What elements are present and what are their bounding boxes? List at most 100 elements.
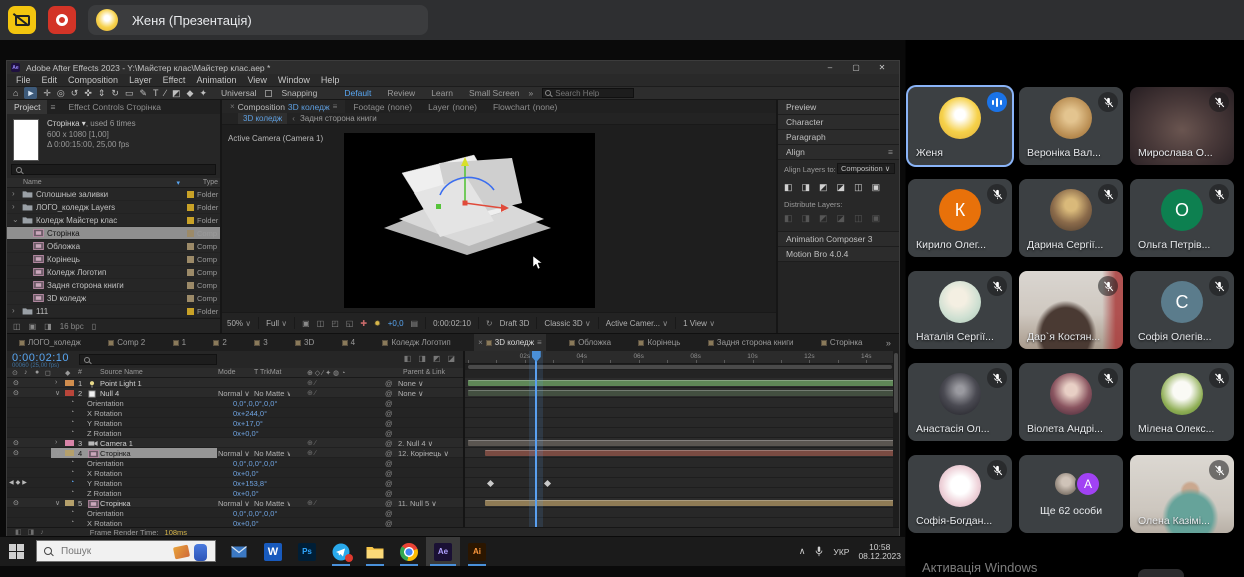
trkmat-dropdown[interactable]: No Matte ∨ [254, 449, 290, 458]
language-indicator[interactable]: УКР [833, 547, 849, 557]
project-row[interactable]: ⌄Коледж Майстер класFolder [7, 214, 220, 227]
project-row[interactable]: Коледж ЛоготипComp [7, 266, 220, 279]
pickwhip-icon[interactable]: @ [385, 459, 393, 468]
brush-tool-icon[interactable]: ∕ [165, 87, 167, 99]
preview-time[interactable]: 0:00:02:10 [433, 319, 471, 328]
participant-tile[interactable]: Дарина Сергії... [1019, 179, 1123, 257]
layer-duration-bar[interactable] [485, 500, 895, 506]
expander-icon[interactable]: › [12, 202, 15, 211]
menu-window[interactable]: Window [278, 75, 310, 85]
timeline-tab[interactable]: 4 [338, 334, 359, 352]
participant-tile[interactable]: AЩе 62 особи [1019, 455, 1123, 533]
composition-canvas[interactable] [344, 133, 595, 308]
snapping-checkbox[interactable] [265, 90, 272, 97]
label-swatch[interactable] [65, 450, 74, 456]
grid-icon[interactable]: ▣ [302, 319, 310, 328]
parent-dropdown[interactable]: 11. Null 5 ∨ [398, 499, 458, 508]
layer-row[interactable]: ⊙∨5СторінкаNormal ∨No Matte ∨⊕ ∕@11. Nul… [7, 498, 463, 508]
pickwhip-icon[interactable]: @ [385, 499, 393, 508]
layer-name[interactable]: Camera 1 [100, 439, 133, 448]
menu-effect[interactable]: Effect [163, 75, 186, 85]
layer-duration-bar[interactable] [485, 450, 895, 456]
workspace-small-screen[interactable]: Small Screen [469, 88, 520, 98]
property-row[interactable]: ◔X Rotation0x+0,0°@ [7, 518, 463, 527]
timeline-tab[interactable]: 1 [169, 334, 190, 352]
panel-menu-icon[interactable]: ≡ [888, 145, 893, 160]
mode-dropdown[interactable]: Normal ∨ [218, 499, 250, 508]
menu-help[interactable]: Help [321, 75, 340, 85]
rotate-tool-tool-icon[interactable]: ↻ [111, 87, 119, 99]
property-value[interactable]: 0x+0,0° [233, 519, 259, 527]
label-swatch[interactable] [187, 204, 194, 211]
taskbar-app-chrome[interactable] [392, 537, 426, 566]
panel-header-character[interactable]: Character [778, 115, 899, 130]
more-workspaces-chevron[interactable]: » [529, 88, 534, 98]
comp-tab-composition[interactable]: ×Composition3D коледж≡ [222, 100, 345, 113]
workspace-learn[interactable]: Learn [431, 88, 453, 98]
label-swatch[interactable] [187, 243, 194, 250]
property-value[interactable]: 0x+153,8° [233, 479, 267, 488]
layer-name[interactable]: Сторінка [100, 449, 131, 458]
pickwhip-icon[interactable]: @ [385, 429, 393, 438]
eye-icon[interactable]: ⊙ [13, 449, 19, 457]
project-row[interactable]: ›ЛОГО_коледж LayersFolder [7, 201, 220, 214]
property-row[interactable]: ◔X Rotation0x+0,0°@ [7, 468, 463, 478]
label-swatch[interactable] [187, 217, 194, 224]
distribute-button-4[interactable]: ◫ [854, 213, 863, 224]
participant-tile[interactable]: ККирило Олег... [908, 179, 1012, 257]
mode-dropdown[interactable]: Normal ∨ [218, 449, 250, 458]
distribute-button-5[interactable]: ▣ [872, 213, 881, 224]
menu-composition[interactable]: Composition [68, 75, 118, 85]
property-row[interactable]: ◔Orientation0,0°,0,0°,0,0°@ [7, 508, 463, 518]
participant-tile[interactable]: Мілена Олекс... [1130, 363, 1234, 441]
meet-corner-control[interactable] [1138, 569, 1184, 577]
property-name[interactable]: Z Rotation [87, 429, 122, 438]
property-name[interactable]: Orientation [87, 399, 124, 408]
property-value[interactable]: 0x+0,0° [233, 469, 259, 478]
stopwatch-icon[interactable]: ◔ [70, 469, 74, 476]
pickwhip-icon[interactable]: @ [385, 479, 393, 488]
trkmat-dropdown[interactable]: No Matte ∨ [254, 389, 290, 398]
shy-icon[interactable]: ◩ [433, 354, 441, 363]
property-row[interactable]: ◔Orientation0,0°,0,0°,0,0°@ [7, 458, 463, 468]
menu-animation[interactable]: Animation [196, 75, 236, 85]
panel-header-animation-composer-3[interactable]: Animation Composer 3 [778, 232, 899, 247]
timeline-vertical-scrollbar[interactable] [893, 351, 899, 527]
pickwhip-icon[interactable]: @ [385, 389, 393, 398]
timeline-tab[interactable]: Задня сторона книги [704, 334, 798, 352]
taskbar-search-input[interactable] [59, 545, 149, 558]
align-button-5[interactable]: ▣ [872, 182, 881, 193]
tab-project[interactable]: Project [7, 100, 47, 114]
project-row[interactable]: КорінецьComp [7, 253, 220, 266]
more-tabs-chevron[interactable]: » [886, 338, 891, 348]
trash-icon[interactable]: ▯ [92, 322, 96, 331]
align-button-4[interactable]: ◫ [854, 182, 863, 193]
eraser-tool-icon[interactable]: ◆ [187, 87, 194, 99]
taskbar-app-illustrator[interactable]: Ai [460, 537, 494, 566]
property-row[interactable]: ◔Orientation0,0°,0,0°,0,0°@ [7, 398, 463, 408]
pickwhip-icon[interactable]: @ [385, 489, 393, 498]
stopwatch-icon[interactable]: ◔ [70, 459, 74, 466]
timeline-tab[interactable]: 2 [209, 334, 230, 352]
align-button-2[interactable]: ◩ [819, 182, 828, 193]
panel-menu-icon[interactable]: ≡ [47, 100, 58, 114]
menu-edit[interactable]: Edit [42, 75, 58, 85]
pickwhip-icon[interactable]: @ [385, 509, 393, 518]
layer-name[interactable]: Сторінка [100, 499, 131, 508]
channels-icon[interactable]: ✚ [360, 319, 367, 328]
minimize-button[interactable]: – [817, 61, 843, 74]
zoom-dropdown[interactable]: 50% ∨ [227, 319, 251, 328]
mode-dropdown[interactable]: Normal ∨ [218, 389, 250, 398]
pickwhip-icon[interactable]: @ [385, 379, 393, 388]
parent-dropdown[interactable]: None ∨ [398, 389, 458, 398]
zoom-tool-icon[interactable]: ◎ [57, 87, 65, 99]
panel-header-paragraph[interactable]: Paragraph [778, 130, 899, 145]
resolution-dropdown[interactable]: Full ∨ [266, 319, 287, 328]
close-tab-icon[interactable]: × [230, 102, 235, 111]
comp-tab-flowchart[interactable]: Flowchart(none) [485, 100, 565, 113]
renderer-dropdown[interactable]: Classic 3D ∨ [544, 319, 590, 328]
expander-icon[interactable]: ∨ [55, 499, 60, 507]
stopwatch-icon[interactable]: ◔ [70, 409, 74, 416]
property-name[interactable]: X Rotation [87, 469, 122, 478]
taskbar-app-mail[interactable] [222, 537, 256, 566]
